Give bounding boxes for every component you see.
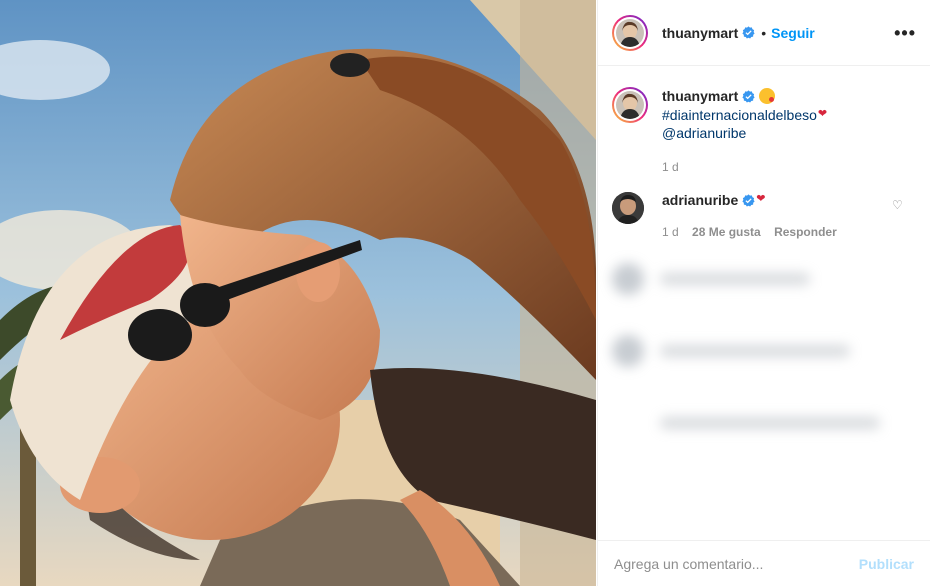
- post-header: thuanymart • Seguir •••: [598, 0, 930, 66]
- blurred-text: [660, 417, 880, 429]
- blurred-text: [660, 273, 810, 285]
- comment-meta: 1 d 28 Me gusta Responder: [662, 225, 847, 239]
- commenter-avatar-image: [612, 192, 644, 224]
- author-avatar[interactable]: [612, 14, 648, 51]
- caption-mention[interactable]: @adrianuribe: [662, 124, 827, 142]
- author-username[interactable]: thuanymart: [662, 25, 738, 41]
- reply-button[interactable]: Responder: [774, 225, 837, 239]
- caption-time[interactable]: 1 d: [662, 160, 914, 174]
- comments-section[interactable]: thuanymart #diainternacionaldelbeso❤ @ad…: [598, 67, 930, 540]
- verified-badge-icon: [742, 26, 755, 39]
- caption-hashtag[interactable]: #diainternacionaldelbeso: [662, 107, 817, 123]
- separator-dot: •: [761, 24, 767, 41]
- blurred-avatar: [612, 263, 644, 295]
- post-photo-illustration: [0, 0, 596, 586]
- like-comment-heart-icon[interactable]: ♡: [892, 198, 904, 212]
- post-details-panel: thuanymart • Seguir ••• thuanymart #diai…: [597, 0, 930, 586]
- caption-avatar-image: [616, 91, 644, 119]
- comment-likes[interactable]: 28 Me gusta: [692, 225, 761, 239]
- blurred-comment-row: [612, 335, 914, 367]
- comment-item: adrianuribe ❤ 1 d 28 Me gusta Responder …: [612, 192, 914, 239]
- add-comment-bar: Publicar: [598, 540, 930, 586]
- heart-emoji-icon: ❤: [817, 108, 828, 120]
- publish-button[interactable]: Publicar: [859, 556, 914, 572]
- blurred-avatar: [612, 335, 644, 367]
- more-options-icon[interactable]: •••: [894, 24, 916, 42]
- blurred-comments: [612, 263, 914, 439]
- caption-username[interactable]: thuanymart: [662, 88, 738, 104]
- post-photo[interactable]: [0, 0, 596, 586]
- caption-verified-badge-icon: [742, 90, 755, 103]
- author-avatar-image: [616, 18, 644, 47]
- add-comment-input[interactable]: [614, 555, 859, 572]
- comment-time[interactable]: 1 d: [662, 225, 679, 239]
- caption-author-avatar[interactable]: [612, 87, 648, 123]
- comment-heart-emoji-icon: ❤: [756, 193, 766, 205]
- blurred-comment-row: [612, 263, 914, 295]
- blurred-text: [660, 345, 850, 357]
- blurred-comment-row: [612, 407, 914, 439]
- kiss-emoji-icon: [759, 88, 776, 104]
- commenter-verified-badge-icon: [742, 194, 755, 207]
- commenter-avatar[interactable]: [612, 192, 644, 224]
- post-caption: thuanymart #diainternacionaldelbeso❤ @ad…: [612, 87, 914, 142]
- follow-button[interactable]: Seguir: [771, 25, 815, 41]
- commenter-username[interactable]: adrianuribe: [662, 192, 738, 208]
